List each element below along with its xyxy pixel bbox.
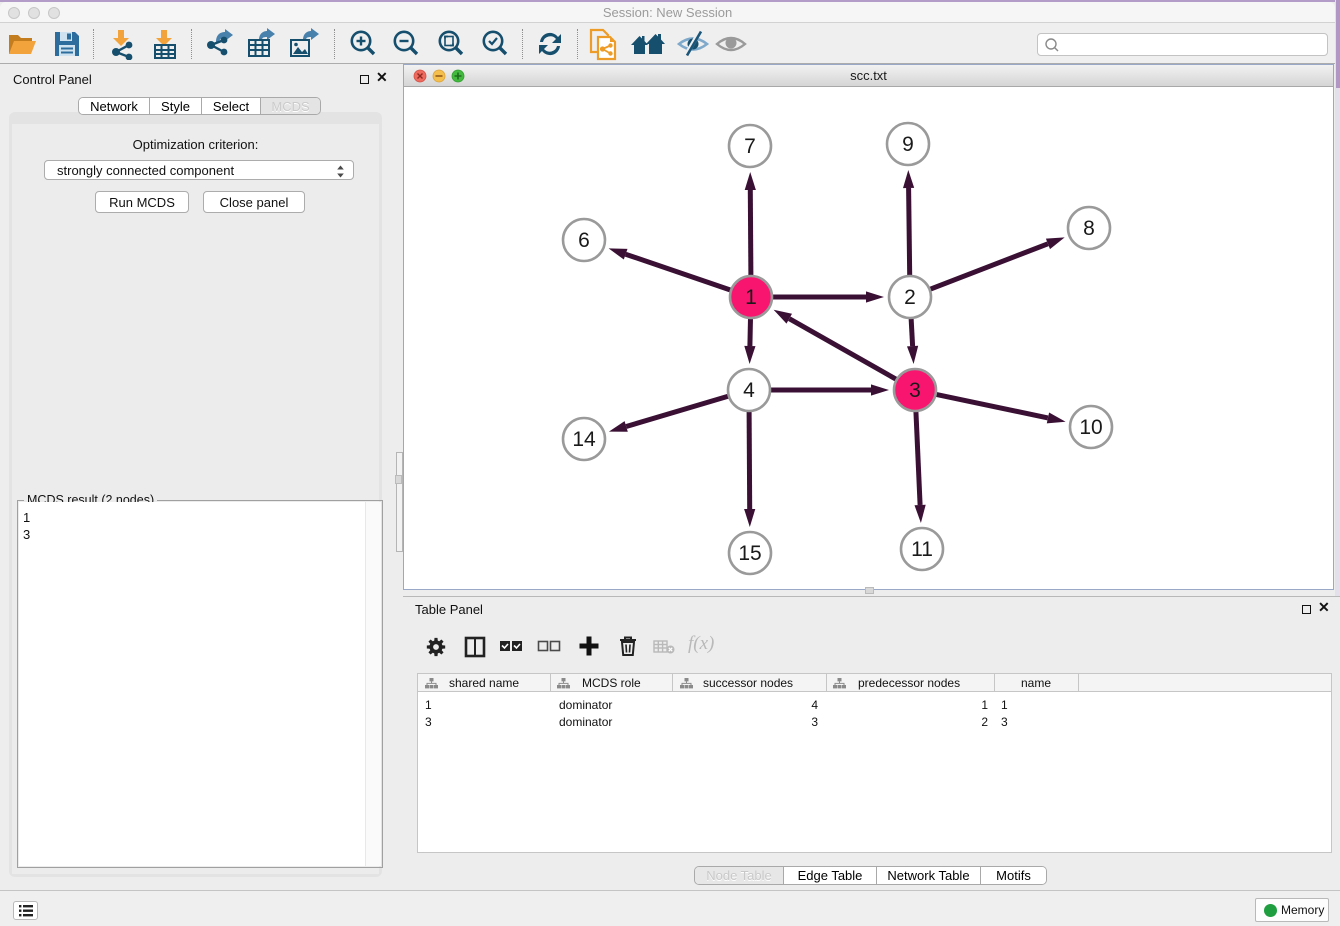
svg-text:9: 9 [902,133,914,156]
svg-text:1: 1 [745,286,757,309]
svg-text:8: 8 [1083,217,1095,240]
svg-text:11: 11 [911,538,933,561]
svg-text:15: 15 [738,542,761,565]
svg-text:4: 4 [743,379,755,402]
svg-text:10: 10 [1079,416,1102,439]
svg-text:6: 6 [578,229,590,252]
svg-text:14: 14 [572,428,596,451]
svg-text:3: 3 [909,379,921,402]
svg-text:7: 7 [744,135,756,158]
svg-text:2: 2 [904,286,916,309]
